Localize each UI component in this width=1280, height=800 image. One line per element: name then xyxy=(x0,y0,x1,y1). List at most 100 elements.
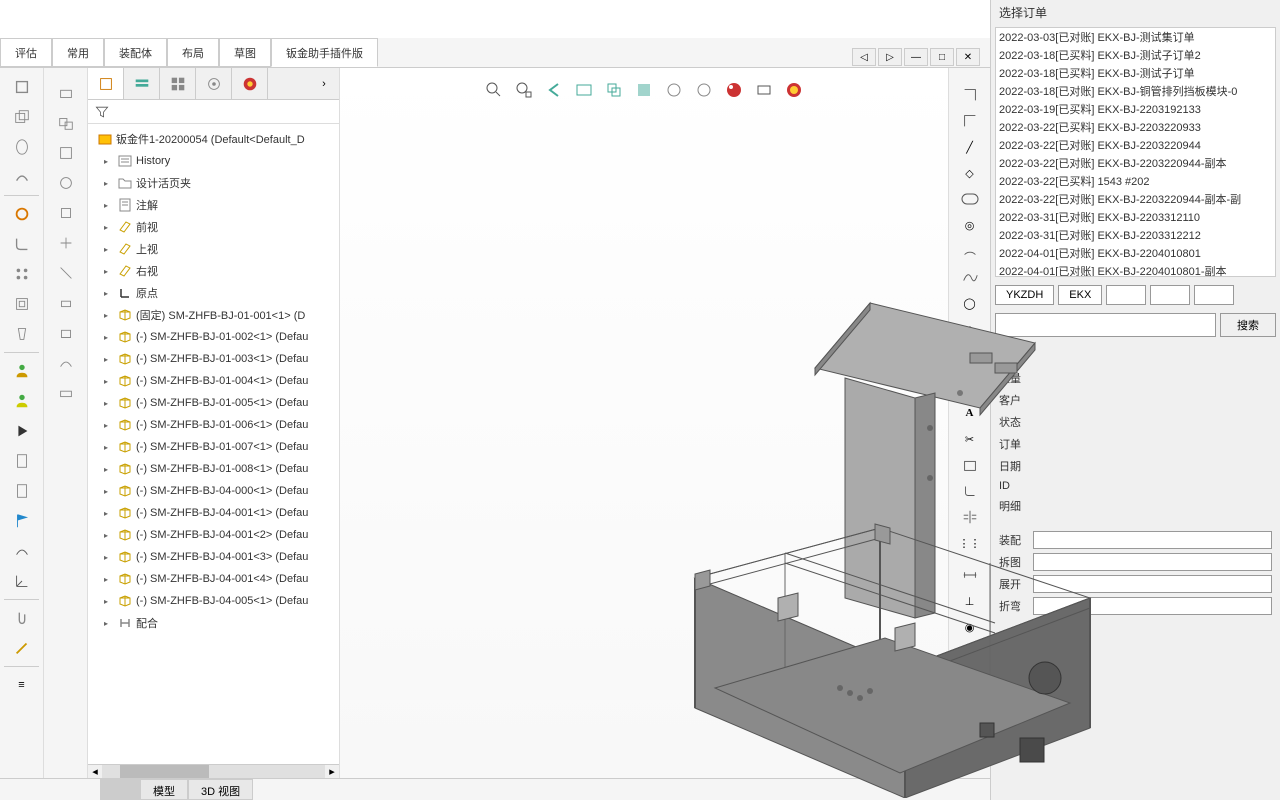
tab-sheetmetal-plugin[interactable]: 钣金助手插件版 xyxy=(271,38,378,67)
tab-assembly[interactable]: 装配体 xyxy=(104,38,167,67)
tag-3[interactable] xyxy=(1106,285,1146,305)
extrude-icon[interactable] xyxy=(6,103,38,131)
sk-spline-icon[interactable] xyxy=(957,265,983,289)
close-icon[interactable]: ✕ xyxy=(956,48,980,66)
filter-icon[interactable] xyxy=(94,104,110,120)
prev-doc-icon[interactable]: ◁ xyxy=(852,48,876,66)
search-button[interactable]: 搜索 xyxy=(1220,313,1276,337)
prev-view-icon[interactable] xyxy=(542,78,566,102)
tree-h-scrollbar[interactable]: ◂ ▸ xyxy=(88,764,339,778)
draft-icon[interactable] xyxy=(6,320,38,348)
tree-item[interactable]: ▸设计活页夹 xyxy=(90,172,337,194)
tree-item[interactable]: ▸(-) SM-ZHFB-BJ-04-001<1> (Defau xyxy=(90,502,337,524)
tree-item[interactable]: ▸(-) SM-ZHFB-BJ-01-004<1> (Defau xyxy=(90,370,337,392)
tree-item[interactable]: ▸(-) SM-ZHFB-BJ-04-001<4> (Defau xyxy=(90,568,337,590)
order-row[interactable]: 2022-03-22[已对账] EKX-BJ-2203220944 xyxy=(996,136,1275,154)
tree-item[interactable]: ▸(-) SM-ZHFB-BJ-01-006<1> (Defau xyxy=(90,414,337,436)
tree-item[interactable]: ▸(-) SM-ZHFB-BJ-01-002<1> (Defau xyxy=(90,326,337,348)
view-settings-icon[interactable] xyxy=(752,78,776,102)
tree-item[interactable]: ▸注解 xyxy=(90,194,337,216)
tree-nav-right[interactable]: › xyxy=(309,68,339,99)
sketch-corner-icon[interactable] xyxy=(957,109,983,133)
tree-tab-other2[interactable] xyxy=(232,68,268,99)
apply-scene-icon[interactable] xyxy=(722,78,746,102)
doc2-icon[interactable] xyxy=(6,477,38,505)
order-row[interactable]: 2022-03-18[已买料] EKX-BJ-测试子订单2 xyxy=(996,46,1275,64)
shell-icon[interactable] xyxy=(6,290,38,318)
order-row[interactable]: 2022-03-18[已买料] EKX-BJ-测试子订单 xyxy=(996,64,1275,82)
tab-eval[interactable]: 评估 xyxy=(0,38,52,67)
arc-icon[interactable] xyxy=(6,537,38,565)
sk-slot-icon[interactable] xyxy=(957,187,983,211)
tree-item[interactable]: ▸(-) SM-ZHFB-BJ-04-001<2> (Defau xyxy=(90,524,337,546)
tree-tab-display[interactable] xyxy=(160,68,196,99)
tree-item[interactable]: ▸前视 xyxy=(90,216,337,238)
order-row[interactable]: 2022-03-22[已对账] EKX-BJ-2203220944-副本 xyxy=(996,154,1275,172)
tree-root[interactable]: 钣金件1-20200054 (Default<Default_D xyxy=(90,128,337,150)
sk-circle-c-icon[interactable]: ◎ xyxy=(957,213,983,237)
assy8-icon[interactable] xyxy=(50,289,82,317)
axis-icon[interactable] xyxy=(6,567,38,595)
render-icon[interactable] xyxy=(782,78,806,102)
tree-item[interactable]: ▸(-) SM-ZHFB-BJ-01-005<1> (Defau xyxy=(90,392,337,414)
order-row[interactable]: 2022-03-22[已买料] EKX-BJ-2203220933 xyxy=(996,118,1275,136)
order-row[interactable]: 2022-03-03[已对账] EKX-BJ-测试集订单 xyxy=(996,28,1275,46)
tree-item[interactable]: ▸右视 xyxy=(90,260,337,282)
person-yellow-icon[interactable] xyxy=(6,387,38,415)
order-row[interactable]: 2022-04-01[已对账] EKX-BJ-2204010801-副本 xyxy=(996,262,1275,277)
tree-tab-config[interactable] xyxy=(124,68,160,99)
tree-item[interactable]: ▸(-) SM-ZHFB-BJ-04-001<3> (Defau xyxy=(90,546,337,568)
brush-icon[interactable] xyxy=(6,634,38,662)
play-icon[interactable] xyxy=(6,417,38,445)
tree-item[interactable]: ▸(-) SM-ZHFB-BJ-01-003<1> (Defau xyxy=(90,348,337,370)
assy7-icon[interactable] xyxy=(50,259,82,287)
person-green-icon[interactable] xyxy=(6,357,38,385)
tree-item[interactable]: ▸(-) SM-ZHFB-BJ-04-005<1> (Defau xyxy=(90,590,337,612)
tab-layout[interactable]: 布局 xyxy=(167,38,219,67)
pattern-icon[interactable] xyxy=(6,260,38,288)
order-row[interactable]: 2022-03-31[已对账] EKX-BJ-2203312110 xyxy=(996,208,1275,226)
clip-icon[interactable] xyxy=(6,604,38,632)
sk-line-icon[interactable]: ╱ xyxy=(957,135,983,159)
assy5-icon[interactable] xyxy=(50,199,82,227)
order-row[interactable]: 2022-04-01[已对账] EKX-BJ-2204010801 xyxy=(996,244,1275,262)
flag-icon[interactable] xyxy=(6,507,38,535)
tree-tab-other1[interactable] xyxy=(196,68,232,99)
assy6-icon[interactable] xyxy=(50,229,82,257)
tree-item[interactable]: ▸(-) SM-ZHFB-BJ-01-008<1> (Defau xyxy=(90,458,337,480)
tree-item[interactable]: ▸History xyxy=(90,150,337,172)
revolve-icon[interactable] xyxy=(6,133,38,161)
sweep-icon[interactable] xyxy=(6,163,38,191)
next-doc-icon[interactable]: ▷ xyxy=(878,48,902,66)
order-row[interactable]: 2022-03-31[已对账] EKX-BJ-2203312212 xyxy=(996,226,1275,244)
assy1-icon[interactable] xyxy=(50,79,82,107)
doc-icon[interactable] xyxy=(6,447,38,475)
tree-item[interactable]: ▸配合 xyxy=(90,612,337,634)
hole-icon[interactable] xyxy=(6,200,38,228)
tag-4[interactable] xyxy=(1150,285,1190,305)
order-list[interactable]: 2022-03-03[已对账] EKX-BJ-测试集订单2022-03-18[已… xyxy=(995,27,1276,277)
minimize-icon[interactable]: — xyxy=(904,48,928,66)
tree-item[interactable]: ▸(固定) SM-ZHFB-BJ-01-001<1> (D xyxy=(90,304,337,326)
assy4-icon[interactable] xyxy=(50,169,82,197)
fillet-icon[interactable] xyxy=(6,230,38,258)
tree-item[interactable]: ▸(-) SM-ZHFB-BJ-04-000<1> (Defau xyxy=(90,480,337,502)
bottom-tab-model[interactable]: 模型 xyxy=(140,779,188,800)
display-style-icon[interactable] xyxy=(632,78,656,102)
assy9-icon[interactable] xyxy=(50,319,82,347)
order-row[interactable]: 2022-03-22[已买料] 1543 #202 xyxy=(996,172,1275,190)
order-row[interactable]: 2022-03-18[已对账] EKX-BJ-铜管排列挡板模块-0 xyxy=(996,82,1275,100)
assy11-icon[interactable] xyxy=(50,379,82,407)
hide-show-icon[interactable] xyxy=(662,78,686,102)
zoom-fit-icon[interactable] xyxy=(482,78,506,102)
tab-common[interactable]: 常用 xyxy=(52,38,104,67)
assy3-icon[interactable] xyxy=(50,139,82,167)
maximize-icon[interactable]: □ xyxy=(930,48,954,66)
assy10-icon[interactable] xyxy=(50,349,82,377)
cube-icon[interactable] xyxy=(6,73,38,101)
tree-item[interactable]: ▸(-) SM-ZHFB-BJ-01-007<1> (Defau xyxy=(90,436,337,458)
collapse-icon[interactable]: ≡ xyxy=(6,671,38,699)
zoom-area-icon[interactable] xyxy=(512,78,536,102)
sk-arc-c-icon[interactable] xyxy=(957,239,983,263)
tag-5[interactable] xyxy=(1194,285,1234,305)
